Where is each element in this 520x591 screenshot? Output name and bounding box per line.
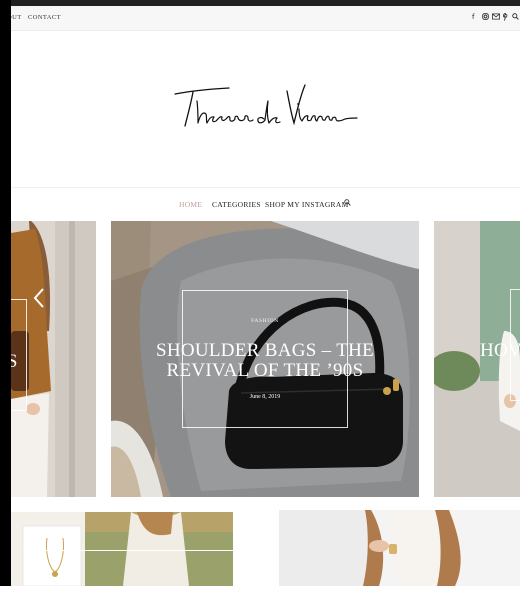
contact-link[interactable]: CONTACT — [28, 14, 61, 21]
post-grid — [11, 498, 520, 587]
main-nav: HOME CATEGORIES SHOP MY INSTAGRAM — [11, 188, 520, 220]
featured-slider: ALS FASHION SHOU — [11, 221, 520, 497]
window-left-edge — [0, 0, 11, 586]
nav-item-categories[interactable]: CATEGORIES — [212, 200, 261, 209]
nav-item-shop-my-instagram[interactable]: SHOP MY INSTAGRAM — [265, 200, 349, 209]
nav-item-home[interactable]: HOME — [179, 200, 202, 209]
site-logo[interactable]: Theresa de Vienne — [171, 79, 361, 144]
slide-current[interactable]: FASHION SHOULDER BAGS – THE REVIVAL OF T… — [111, 221, 419, 497]
instagram-icon[interactable] — [482, 13, 489, 22]
post-card-left[interactable] — [11, 512, 249, 587]
nav-search-icon[interactable] — [344, 199, 351, 208]
post-card-right[interactable] — [279, 510, 520, 586]
divider — [23, 550, 249, 551]
pinterest-icon[interactable] — [503, 12, 509, 23]
slide-title-fragment: HOV — [480, 340, 520, 361]
slide-title-fragment: ALS — [11, 351, 18, 372]
utility-bar: OUT CONTACT f — [7, 6, 520, 31]
slide-next[interactable]: HOV — [434, 221, 520, 497]
slide-category[interactable]: FASHION — [111, 318, 419, 324]
slide-previous[interactable]: ALS — [11, 221, 96, 497]
slide-title-line2[interactable]: REVIVAL OF THE ’90S — [111, 361, 419, 380]
facebook-icon[interactable]: f — [472, 13, 474, 21]
mail-icon[interactable] — [492, 13, 500, 22]
site-header: Theresa de Vienne — [11, 31, 520, 188]
slide-title-line1[interactable]: SHOULDER BAGS – THE — [111, 341, 419, 360]
slide-date: June 8, 2019 — [249, 394, 281, 400]
search-icon[interactable] — [512, 13, 519, 22]
chevron-left-icon[interactable] — [33, 287, 45, 314]
logo-text: Theresa de Vienne — [171, 79, 172, 80]
